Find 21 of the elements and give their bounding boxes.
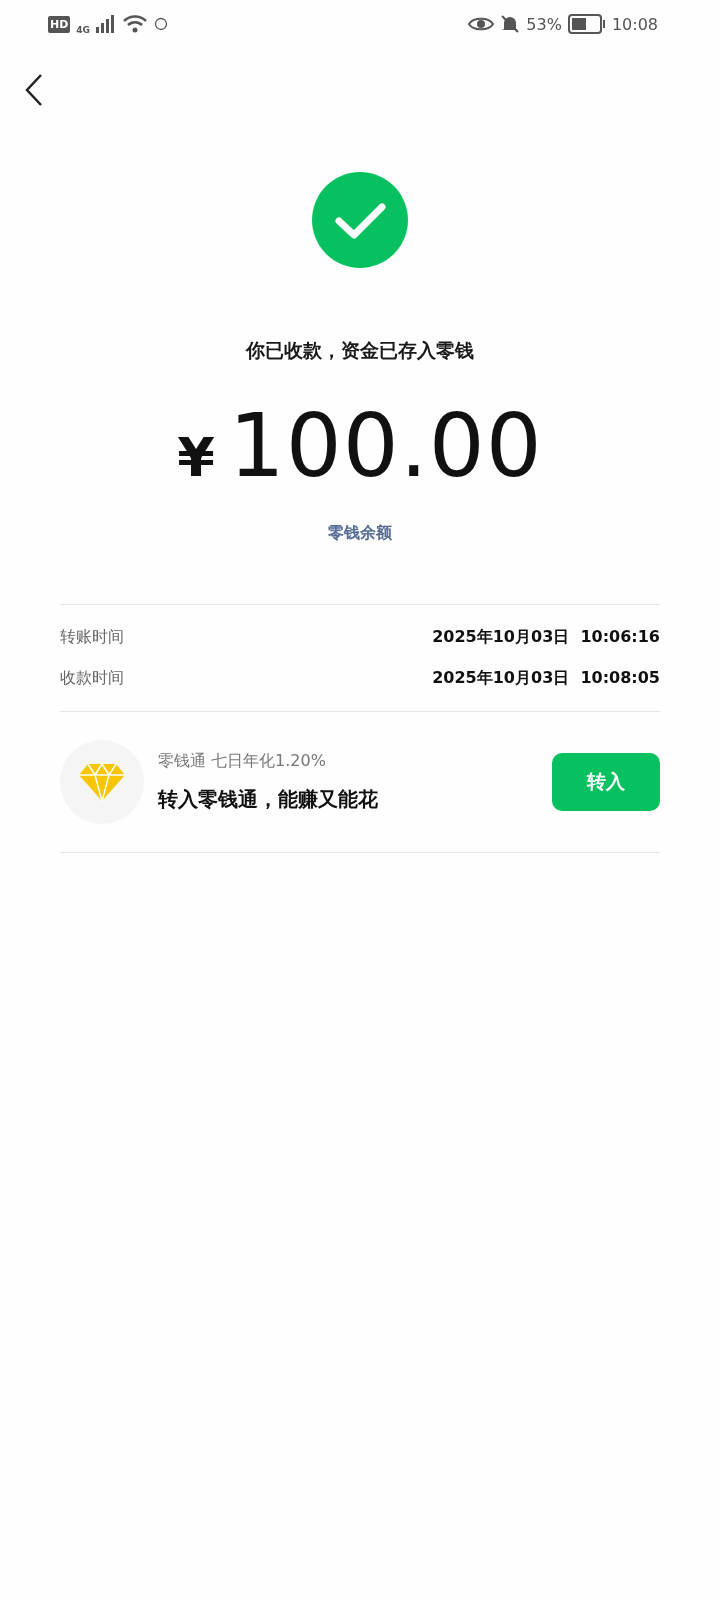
promo-subtitle: 零钱通 七日年化1.20%	[158, 751, 327, 772]
eye-icon	[468, 15, 495, 33]
amount: 100.00	[228, 394, 543, 497]
detail-value: 2025年10月03日 10:08:05	[432, 668, 660, 689]
payment-message: 你已收款，资金已存入零钱	[246, 338, 474, 363]
battery-percent: 53%	[526, 14, 562, 34]
detail-value: 2025年10月03日 10:06:16	[432, 627, 660, 648]
signal-icon	[96, 15, 116, 33]
clock-time: 10:08	[611, 14, 658, 34]
balance-link[interactable]: 零钱余额	[328, 523, 392, 544]
detail-label: 收款时间	[60, 668, 124, 689]
wifi-icon	[122, 14, 148, 34]
detail-label: 转账时间	[60, 627, 124, 648]
battery-icon	[567, 14, 606, 34]
bell-muted-icon	[500, 14, 521, 34]
success-check-icon	[312, 172, 408, 268]
network-type: 4G	[76, 25, 90, 35]
hd-badge: HD	[48, 15, 71, 33]
currency-symbol: ¥	[177, 426, 215, 489]
promo-headline: 转入零钱通，能赚又能花	[158, 786, 379, 813]
back-icon[interactable]	[24, 73, 44, 107]
